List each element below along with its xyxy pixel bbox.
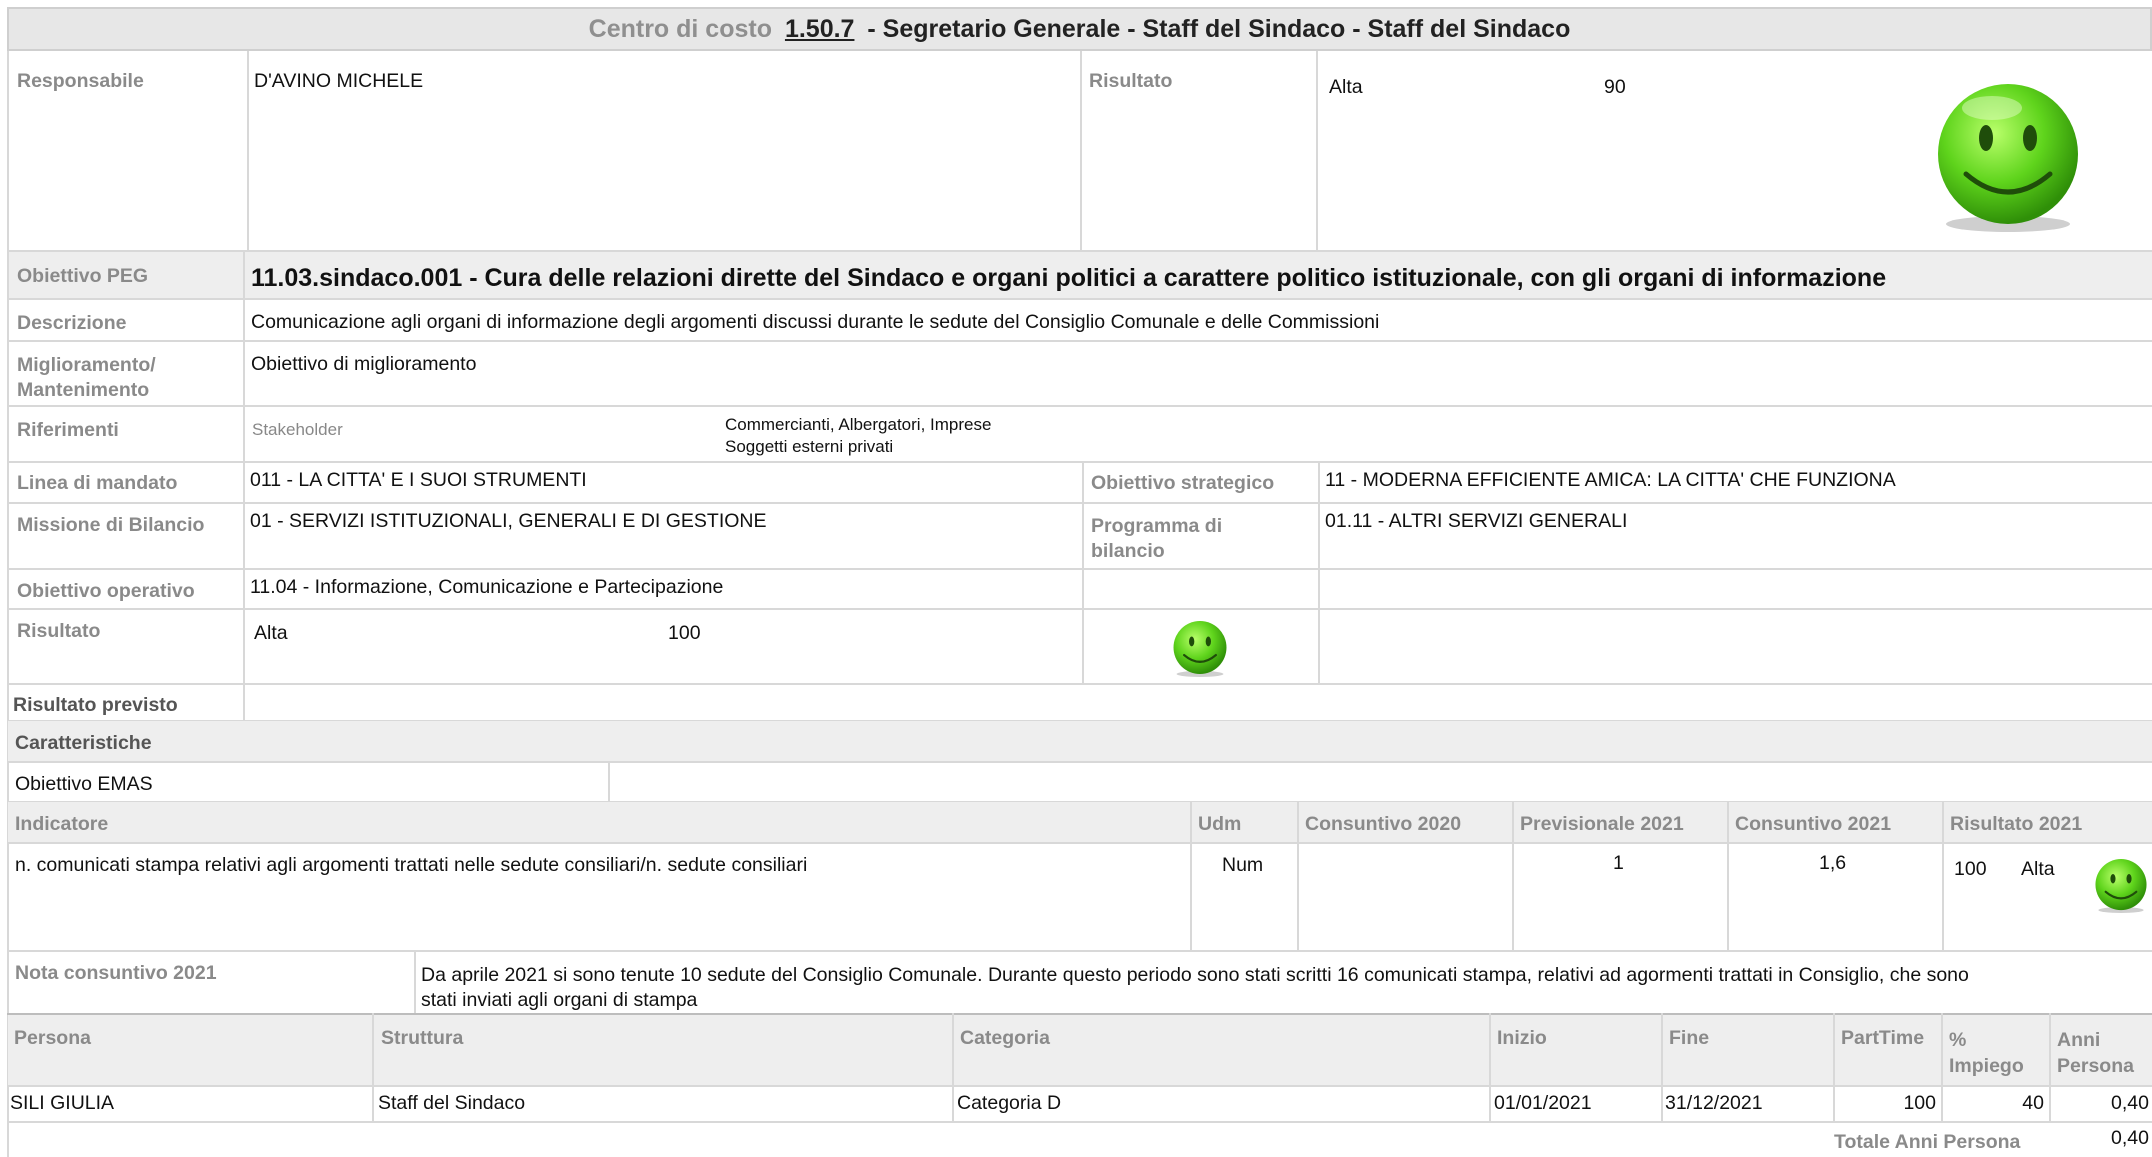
totale-value: 0,40 xyxy=(2111,1127,2149,1149)
header-title: - Segretario Generale - Staff del Sindac… xyxy=(867,15,1571,43)
programma-label: Programma di bilancio xyxy=(1091,515,1223,562)
missione-value: 01 - SERVIZI ISTITUZIONALI, GENERALI E D… xyxy=(250,510,767,532)
col-inizio: Inizio xyxy=(1497,1027,1547,1049)
risultato-header-label: Risultato xyxy=(1089,70,1173,92)
col-fine: Fine xyxy=(1669,1027,1710,1049)
row-categoria: Categoria D xyxy=(957,1092,1062,1114)
col-consuntivo-2020: Consuntivo 2020 xyxy=(1305,813,1462,835)
miglioramento-value: Obiettivo di miglioramento xyxy=(251,353,477,375)
col-categoria: Categoria xyxy=(960,1027,1050,1049)
smiley-small-icon xyxy=(2095,859,2147,913)
obiettivo-strategico-value: 11 - MODERNA EFFICIENTE AMICA: LA CITTA'… xyxy=(1325,469,1896,491)
col-struttura: Struttura xyxy=(381,1027,464,1049)
responsabile-label: Responsabile xyxy=(17,70,144,92)
indicatore-consuntivo-2021: 1,6 xyxy=(1819,852,1847,874)
stakeholder-label: Stakeholder xyxy=(252,420,343,439)
col-indicatore: Indicatore xyxy=(15,813,109,835)
persone-header-bg xyxy=(8,1015,2152,1085)
riferimenti-label: Riferimenti xyxy=(17,419,119,441)
col-parttime: PartTime xyxy=(1841,1027,1925,1049)
risultato-header-level: Alta xyxy=(1329,76,1363,98)
indicatore-previsionale-2021: 1 xyxy=(1613,852,1624,874)
programma-value: 01.11 - ALTRI SERVIZI GENERALI xyxy=(1325,510,1628,532)
risultato-label: Risultato xyxy=(17,620,101,642)
col-previsionale-2021: Previsionale 2021 xyxy=(1520,813,1684,835)
col-impiego: % Impiego xyxy=(1949,1029,2024,1077)
stakeholder-line2: Soggetti esterni privati xyxy=(725,437,894,456)
row-impiego: 40 xyxy=(2022,1092,2044,1114)
obiettivo-strategico-label: Obiettivo strategico xyxy=(1091,472,1275,494)
risultato-header-score: 90 xyxy=(1604,76,1626,98)
row-persona: SILI GIULIA xyxy=(10,1092,115,1114)
indicatore-risultato-level: Alta xyxy=(2021,858,2055,880)
totale-label: Totale Anni Persona xyxy=(1834,1131,2021,1153)
cost-center-code-link[interactable]: 1.50.7 xyxy=(785,15,855,43)
caratteristiche-label: Caratteristiche xyxy=(15,732,152,754)
smiley-large-icon xyxy=(1938,84,2078,232)
row-parttime: 100 xyxy=(1903,1092,1936,1114)
col-udm: Udm xyxy=(1198,813,1242,835)
row-inizio: 01/01/2021 xyxy=(1494,1092,1592,1114)
obiettivo-operativo-value: 11.04 - Informazione, Comunicazione e Pa… xyxy=(250,576,724,598)
linea-mandato-value: 011 - LA CITTA' E I SUOI STRUMENTI xyxy=(250,469,587,491)
missione-label: Missione di Bilancio xyxy=(17,514,205,536)
col-persona: Persona xyxy=(14,1027,91,1049)
peg-value: 11.03.sindaco.001 - Cura delle relazioni… xyxy=(251,264,1887,292)
emas-label: Obiettivo EMAS xyxy=(15,773,153,795)
risultato-score: 100 xyxy=(668,622,701,644)
stakeholder-line1: Commercianti, Albergatori, Imprese xyxy=(725,415,992,434)
smiley-medium-icon xyxy=(1173,621,1227,677)
risultato-level: Alta xyxy=(254,622,288,644)
indicatore-udm: Num xyxy=(1222,854,1264,876)
descrizione-label: Descrizione xyxy=(17,312,127,334)
col-consuntivo-2021: Consuntivo 2021 xyxy=(1735,813,1892,835)
nota-line2: stati inviati agli organi di stampa xyxy=(421,989,698,1011)
header-prefix: Centro di costo xyxy=(588,15,772,43)
nota-line1: Da aprile 2021 si sono tenute 10 sedute … xyxy=(421,964,1969,986)
col-risultato-2021: Risultato 2021 xyxy=(1950,813,2083,835)
caratteristiche-bg xyxy=(8,721,2152,761)
row-struttura: Staff del Sindaco xyxy=(378,1092,526,1114)
responsabile-value: D'AVINO MICHELE xyxy=(254,70,424,92)
row-fine: 31/12/2021 xyxy=(1665,1092,1763,1114)
peg-label: Obiettivo PEG xyxy=(17,265,149,287)
indicatore-text: n. comunicati stampa relativi agli argom… xyxy=(15,854,808,876)
risultato-previsto-label: Risultato previsto xyxy=(13,694,178,716)
descrizione-value: Comunicazione agli organi di informazion… xyxy=(251,311,1380,333)
miglioramento-label: Miglioramento/ Mantenimento xyxy=(17,354,156,401)
cost-center-header: Centro di costo 1.50.7 - Segretario Gene… xyxy=(7,7,2152,51)
obiettivo-operativo-label: Obiettivo operativo xyxy=(17,580,195,602)
nota-label: Nota consuntivo 2021 xyxy=(15,962,217,984)
row-anni-persona: 0,40 xyxy=(2111,1092,2149,1114)
table-row: SILI GIULIA Staff del Sindaco Categoria … xyxy=(0,1087,2152,1121)
linea-mandato-label: Linea di mandato xyxy=(17,472,178,494)
indicatore-risultato-score: 100 xyxy=(1954,858,1987,880)
col-anni-persona: Anni Persona xyxy=(2057,1029,2134,1077)
